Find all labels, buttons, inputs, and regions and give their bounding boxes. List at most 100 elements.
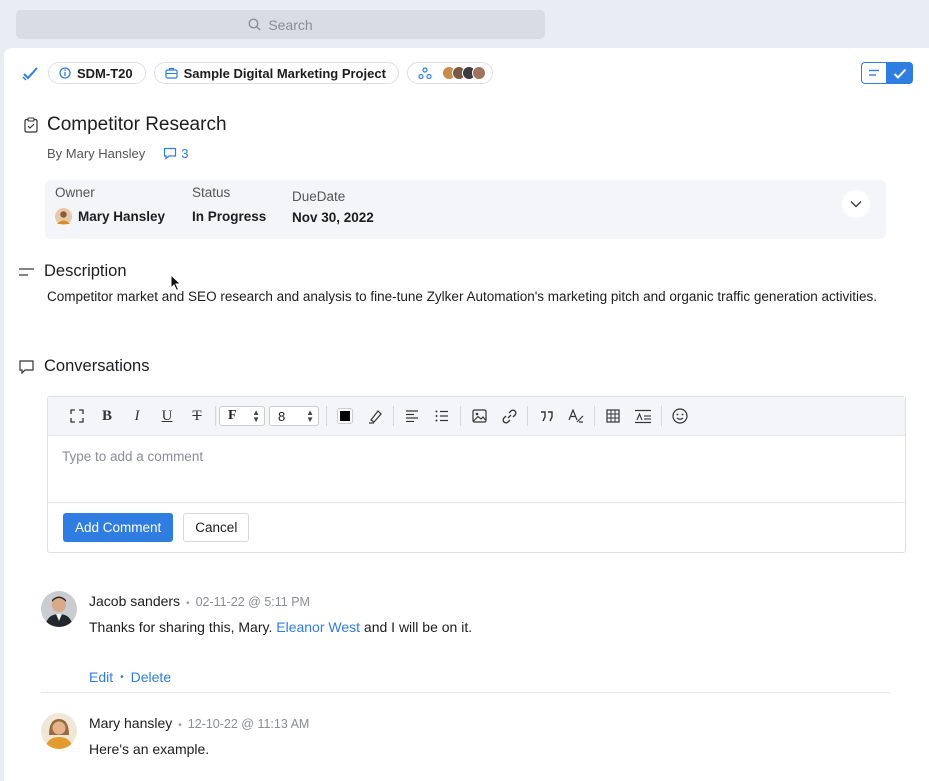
search-bar[interactable]: Search	[16, 10, 545, 39]
project-name: Sample Digital Marketing Project	[183, 65, 386, 81]
align-button[interactable]	[397, 404, 427, 428]
comment-text-after: and I will be on it.	[360, 619, 473, 635]
task-check-icon[interactable]	[22, 65, 40, 81]
toolbar-divider	[326, 406, 327, 426]
conversations-heading-label: Conversations	[44, 357, 150, 375]
owner-label: Owner	[55, 185, 95, 200]
comment-author: Mary hansley	[89, 715, 173, 731]
bold-icon: B	[101, 407, 112, 424]
comment-text: Here's an example.	[89, 741, 210, 757]
owner-field[interactable]: Owner Mary Hansley	[55, 185, 165, 225]
edit-comment-link[interactable]: Edit	[89, 669, 113, 685]
toolbar-divider	[215, 406, 216, 426]
font-family-select[interactable]: F ▲ ▼	[219, 406, 265, 426]
comment-input-placeholder: Type to add a comment	[62, 449, 204, 464]
underline-button[interactable]: U	[152, 404, 182, 428]
members-chip[interactable]	[406, 62, 493, 84]
task-meta-card: Owner Mary Hansley Status In Progress Du…	[45, 180, 886, 239]
editor-toolbar: B I U T F ▲ ▼ 8 ▲ ▼	[48, 397, 905, 436]
bullet-list-icon	[435, 410, 448, 422]
project-chip[interactable]: Sample Digital Marketing Project	[153, 62, 399, 84]
stepper-icon: ▲ ▼	[306, 408, 314, 424]
task-detail-panel: SDM-T20 Sample Digital Marketing Project…	[4, 48, 929, 781]
task-byline: By Mary Hansley 3	[47, 146, 188, 161]
line-spacing-icon	[635, 409, 651, 423]
emoji-icon	[672, 408, 688, 424]
task-topbar: SDM-T20 Sample Digital Marketing Project	[22, 62, 493, 84]
underline-icon: U	[161, 407, 173, 424]
task-author: By Mary Hansley	[47, 146, 146, 161]
align-left-icon	[406, 410, 418, 422]
comment-input[interactable]: Type to add a comment	[48, 436, 905, 503]
status-field[interactable]: Status In Progress	[192, 185, 266, 224]
font-family-value: F	[228, 408, 237, 423]
expand-icon	[70, 409, 84, 423]
insert-table-button[interactable]	[598, 404, 628, 428]
cancel-button[interactable]: Cancel	[183, 513, 250, 542]
bold-button[interactable]: B	[92, 404, 122, 428]
comment-header: Jacob sanders • 02-11-22 @ 5:11 PM	[89, 593, 310, 609]
separator-dot: •	[120, 671, 124, 683]
bullet-list-button[interactable]	[427, 404, 457, 428]
status-label: Status	[192, 185, 231, 200]
avatar	[471, 66, 486, 80]
editor-actions: Add Comment Cancel	[48, 503, 905, 552]
delete-comment-link[interactable]: Delete	[131, 669, 171, 685]
font-size-select[interactable]: 8 ▲ ▼	[269, 406, 319, 426]
comment-count-link[interactable]: 3	[163, 146, 188, 161]
comment-icon	[19, 359, 34, 374]
clear-format-icon	[568, 408, 584, 423]
toolbar-divider	[661, 406, 662, 426]
comment-editor: B I U T F ▲ ▼ 8 ▲ ▼ Type to add a commen…	[47, 396, 906, 553]
toolbar-divider	[460, 406, 461, 426]
list-view-button[interactable]	[861, 62, 887, 84]
comment-timestamp: 02-11-22 @ 5:11 PM	[195, 595, 310, 609]
separator-dot: •	[178, 720, 182, 731]
comment-actions: Edit • Delete	[89, 669, 171, 685]
mouse-cursor-icon	[170, 274, 182, 292]
add-comment-button[interactable]: Add Comment	[63, 513, 174, 542]
table-icon	[606, 409, 620, 423]
insert-link-button[interactable]	[494, 404, 524, 428]
avatar	[41, 713, 77, 749]
due-date-label: DueDate	[292, 189, 346, 204]
toolbar-divider	[393, 406, 394, 426]
expand-details-button[interactable]	[842, 190, 870, 218]
description-heading-label: Description	[44, 262, 127, 280]
task-id-chip[interactable]: SDM-T20	[48, 62, 146, 84]
highlight-button[interactable]	[360, 404, 390, 428]
comment-timestamp: 12-10-22 @ 11:13 AM	[187, 717, 310, 731]
member-avatars	[438, 66, 486, 80]
task-view-button[interactable]	[887, 62, 913, 84]
list-lines-icon	[869, 69, 879, 76]
description-heading: Description	[19, 262, 127, 281]
quote-icon	[540, 410, 553, 421]
comment-icon	[164, 147, 177, 160]
search-icon	[248, 18, 261, 31]
due-date-field[interactable]: DueDate Nov 30, 2022	[292, 189, 374, 225]
status-value: In Progress	[192, 209, 267, 224]
insert-image-button[interactable]	[464, 404, 494, 428]
quote-button[interactable]	[531, 404, 561, 428]
stepper-icon: ▲ ▼	[252, 408, 260, 424]
task-id: SDM-T20	[77, 65, 133, 81]
task-check-icon	[893, 68, 907, 79]
italic-button[interactable]: I	[122, 404, 152, 428]
fullscreen-button[interactable]	[62, 404, 92, 428]
view-toggle	[861, 62, 913, 84]
clear-format-button[interactable]	[561, 404, 591, 428]
strikethrough-button[interactable]: T	[182, 404, 212, 428]
text-color-button[interactable]	[330, 404, 360, 428]
line-spacing-button[interactable]	[628, 404, 658, 428]
italic-icon: I	[134, 407, 140, 424]
user-mention[interactable]: Eleanor West	[276, 619, 360, 635]
comment-header: Mary hansley • 12-10-22 @ 11:13 AM	[89, 715, 309, 731]
highlighter-icon	[368, 409, 382, 424]
conversations-heading: Conversations	[19, 357, 149, 376]
text-lines-icon	[19, 267, 34, 276]
font-size-value: 8	[278, 408, 286, 424]
toolbar-divider	[594, 406, 595, 426]
emoji-button[interactable]	[665, 404, 695, 428]
info-icon	[59, 67, 71, 79]
toolbar-divider	[527, 406, 528, 426]
